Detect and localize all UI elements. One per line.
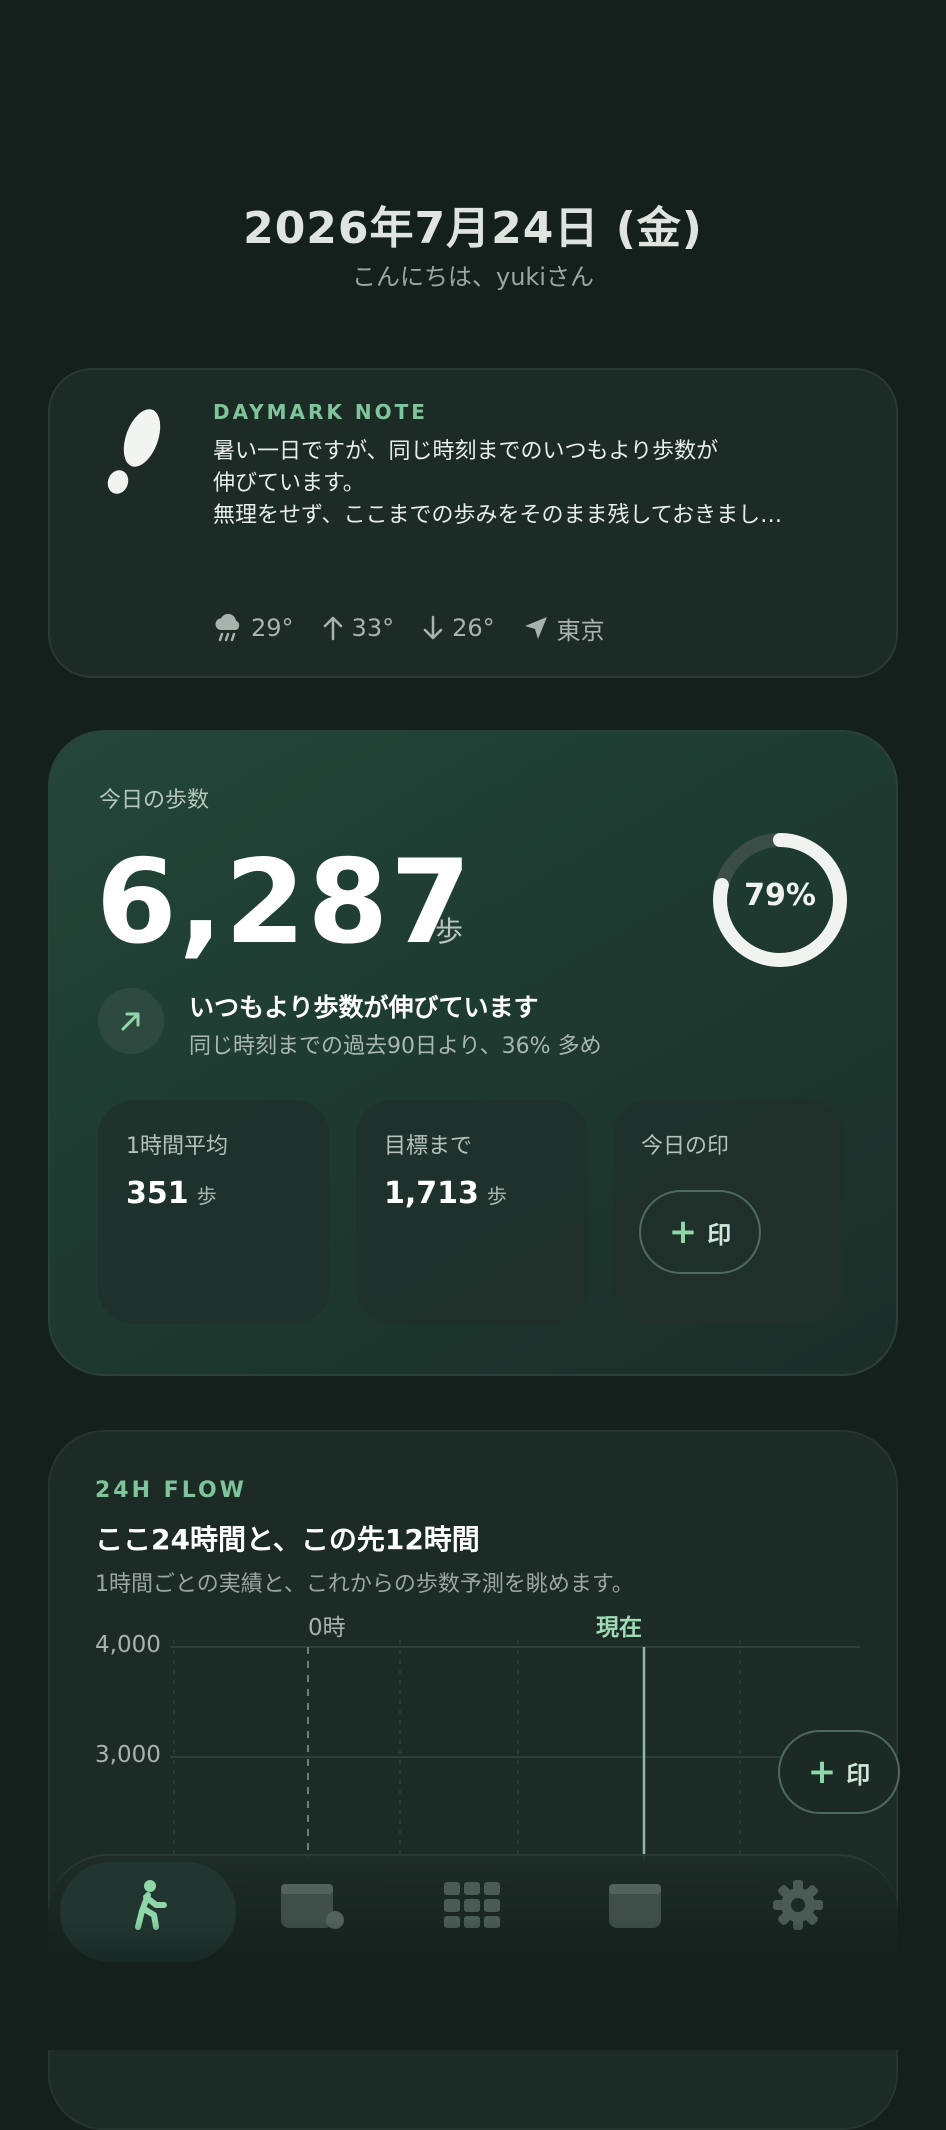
high-temp: 33°	[351, 614, 395, 642]
steps-label: 今日の歩数	[99, 788, 210, 813]
y-tick-4000: 4,000	[95, 1632, 161, 1658]
bottom-fade	[0, 1920, 946, 2048]
note-message: 暑い一日ですが、同じ時刻までのいつもより歩数が 伸びています。 無理をせず、ここ…	[213, 436, 853, 532]
weather-low: 26°	[422, 614, 495, 642]
trend-badge	[98, 988, 164, 1054]
location-arrow-icon	[524, 617, 547, 639]
midnight-marker-label: 0時	[308, 1615, 346, 1641]
weather-high: 33°	[322, 614, 395, 642]
remaining-label: 目標まで	[384, 1134, 473, 1159]
note-line-3: 無理をせず、ここまでの歩みをそのまま残しておきまし…	[213, 503, 783, 528]
note-label: DAYMARK NOTE	[213, 400, 428, 424]
flow-label: 24H FLOW	[95, 1478, 247, 1503]
hourly-average-tile: 1時間平均 351 歩	[98, 1100, 330, 1324]
greeting-text: こんにちは、yukiさん	[352, 263, 594, 291]
plus-icon: +	[668, 1212, 698, 1252]
y-tick-3000: 3,000	[95, 1742, 161, 1768]
note-line-1: 暑い一日ですが、同じ時刻までのいつもより歩数が	[213, 439, 719, 464]
hourly-average-value: 351 歩	[126, 1176, 217, 1211]
today-stamp-label: 今日の印	[641, 1134, 730, 1159]
location-name: 東京	[556, 616, 605, 645]
remaining-value: 1,713 歩	[384, 1176, 507, 1211]
flow-title: ここ24時間と、この先12時間	[95, 1523, 480, 1556]
weather-location: 東京	[523, 611, 605, 646]
add-stamp-label: 印	[707, 1220, 732, 1249]
remaining-to-goal-tile: 目標まで 1,713 歩	[356, 1100, 588, 1324]
current-temp: 29°	[251, 614, 294, 642]
steps-unit: 歩	[435, 915, 464, 948]
footprint-icon	[107, 409, 161, 494]
trend-up-arrow-icon	[121, 1012, 140, 1031]
weather-row: 29° 33° 26° 東京	[213, 610, 633, 646]
arrow-up-icon	[323, 616, 342, 641]
progress-percent: 79%	[744, 878, 816, 913]
plus-icon: +	[807, 1752, 837, 1792]
trend-title: いつもより歩数が伸びています	[189, 993, 539, 1022]
now-marker-label: 現在	[596, 1615, 642, 1641]
flow-chart	[170, 1640, 860, 1860]
trend-subtitle: 同じ時刻までの過去90日より、36% 多め	[189, 1034, 602, 1059]
floating-stamp-button[interactable]: + 印	[778, 1730, 900, 1814]
arrow-down-icon	[423, 615, 443, 640]
note-line-2: 伸びています。	[213, 471, 365, 496]
today-stamp-tile: 今日の印 + 印	[613, 1100, 845, 1324]
rain-cloud-icon	[215, 614, 240, 642]
date-title: 2026年7月24日 (金)	[243, 203, 703, 254]
flow-subtitle: 1時間ごとの実績と、これからの歩数予測を眺めます。	[95, 1572, 634, 1597]
low-temp: 26°	[452, 614, 495, 642]
add-stamp-button[interactable]: + 印	[639, 1190, 761, 1274]
floating-stamp-label: 印	[846, 1760, 871, 1789]
steps-value: 6,287	[96, 835, 473, 970]
weather-current: 29°	[213, 614, 294, 642]
hourly-average-label: 1時間平均	[126, 1134, 228, 1159]
